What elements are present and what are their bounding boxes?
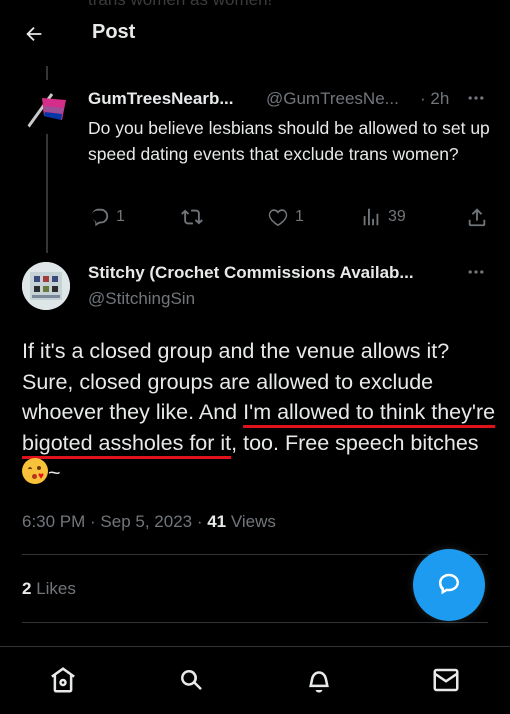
repost-button[interactable]	[180, 206, 204, 228]
avatar[interactable]	[22, 86, 70, 134]
nav-messages[interactable]	[429, 663, 463, 697]
heart-icon	[268, 209, 288, 227]
reply-count: 1	[116, 208, 125, 225]
divider	[22, 622, 488, 623]
bottom-navigation	[0, 646, 510, 714]
thread-connector	[46, 128, 48, 253]
author-name[interactable]: GumTreesNearb...	[88, 89, 234, 109]
reply-icon	[91, 208, 109, 227]
post-text-part: ~	[48, 461, 61, 485]
thread-connector-top	[46, 66, 48, 80]
nav-home[interactable]	[46, 663, 80, 697]
home-icon	[51, 667, 75, 693]
bar-chart-icon	[363, 208, 379, 226]
views-count: 41	[207, 512, 227, 531]
more-horizontal-icon	[468, 96, 484, 100]
likes-label: Likes	[31, 579, 76, 598]
flag-avatar-image	[22, 86, 70, 134]
page-title: Post	[92, 21, 136, 43]
more-button[interactable]	[466, 262, 486, 287]
views-button[interactable]: 39	[360, 206, 406, 228]
nav-search[interactable]	[174, 663, 208, 697]
notifications-icon	[309, 671, 329, 693]
views-label: Views	[226, 512, 276, 531]
post-text: Do you believe lesbians should be allowe…	[88, 118, 490, 164]
post-meta: 6:30 PM · Sep 5, 2023 · 41 Views	[22, 512, 276, 532]
kissing-heart-emoji-icon: ♥	[22, 458, 48, 484]
views-count: 39	[388, 208, 406, 225]
like-count: 1	[295, 208, 304, 225]
share-button[interactable]	[466, 206, 488, 228]
compose-reply-button[interactable]	[413, 549, 485, 621]
arrow-left-icon	[26, 26, 42, 42]
cross-stitch-avatar-image	[22, 262, 70, 310]
divider	[22, 554, 488, 555]
share-icon	[468, 208, 486, 227]
post-actions: 1 1 39	[0, 206, 510, 232]
compose-reply-icon	[439, 573, 459, 595]
search-icon	[181, 669, 202, 690]
avatar[interactable]	[22, 262, 70, 310]
back-button[interactable]	[14, 14, 54, 54]
nav-notifications[interactable]	[302, 663, 336, 697]
post-time[interactable]: · 2h	[420, 89, 449, 109]
reply-button[interactable]: 1	[88, 206, 125, 228]
post-text-part: , too. Free speech bitches	[231, 430, 479, 455]
more-horizontal-icon	[468, 270, 484, 274]
messages-icon	[433, 668, 459, 692]
author-name[interactable]: Stitchy (Crochet Commissions Availab...	[88, 263, 414, 283]
like-button[interactable]: 1	[267, 206, 304, 228]
author-handle[interactable]: @GumTreesNe...	[266, 89, 399, 109]
post-text: If it's a closed group and the venue all…	[22, 336, 498, 489]
likes-link[interactable]: 2 Likes	[22, 579, 76, 599]
author-handle[interactable]: @StitchingSin	[88, 289, 195, 309]
repost-icon	[181, 209, 203, 225]
top-header: Post	[0, 0, 510, 66]
post-timestamp[interactable]: 6:30 PM · Sep 5, 2023 ·	[22, 512, 207, 531]
more-button[interactable]	[466, 88, 486, 113]
